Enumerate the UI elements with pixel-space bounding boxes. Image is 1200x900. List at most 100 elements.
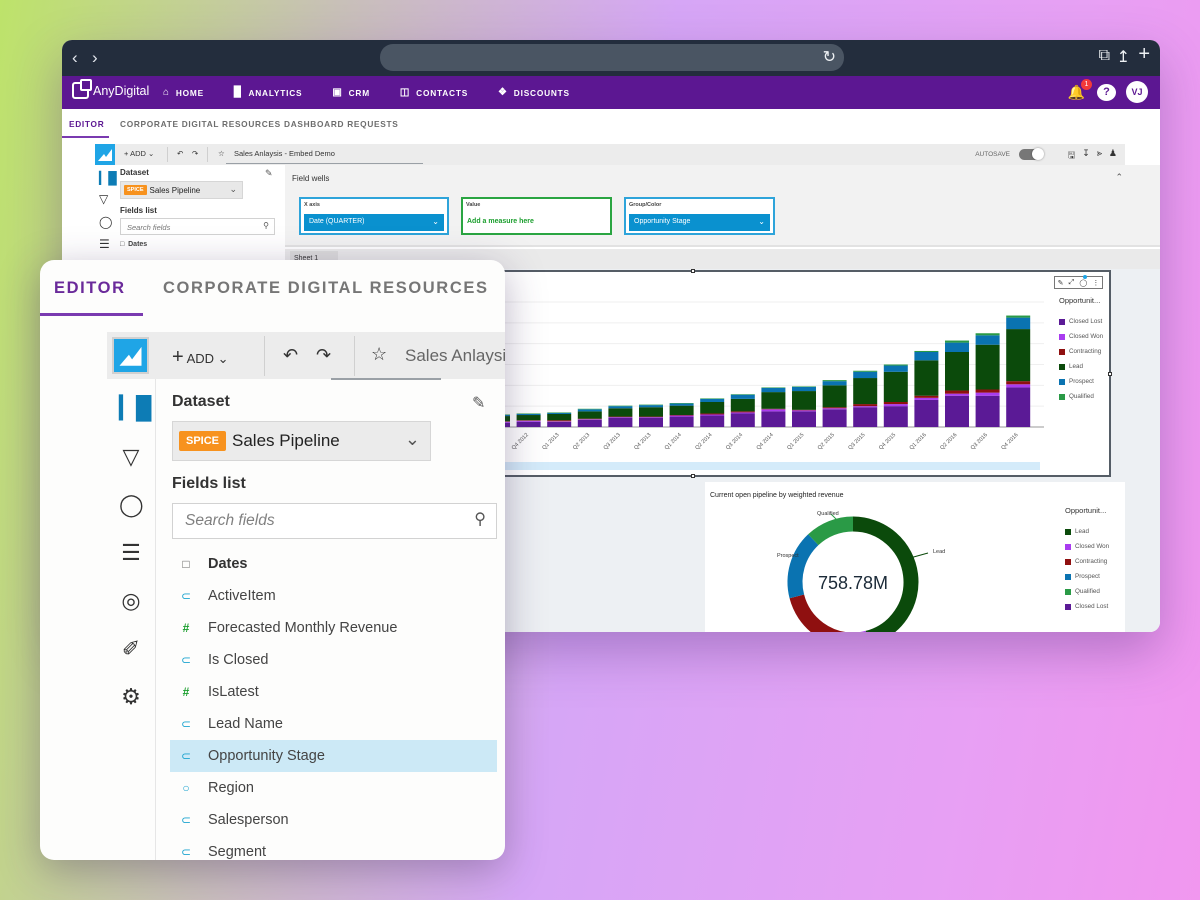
visualize-icon[interactable]: ▎█ (119, 396, 152, 420)
legend-item[interactable]: Qualified (1065, 584, 1109, 599)
field-folder-dates[interactable]: □ Dates (120, 241, 280, 248)
notifications-button[interactable]: 🔔 1 (1068, 78, 1092, 101)
bar-segment (700, 398, 725, 402)
pencil-icon[interactable]: ✎ (265, 168, 273, 179)
nav-home[interactable]: ⌂ HOME (163, 87, 204, 98)
share-icon[interactable]: ⪢ (1097, 148, 1102, 164)
legend-item[interactable]: Contracting (1065, 554, 1109, 569)
nav-analytics[interactable]: ▉ ANALYTICS (234, 87, 302, 98)
nav-discounts[interactable]: ❖ DISCOUNTS (498, 87, 570, 98)
well-group-color[interactable]: Group/Color Opportunity Stage ⌄ (624, 197, 775, 235)
user-icon[interactable]: ♟ (1109, 148, 1117, 164)
more-options-icon[interactable]: ⋮ (1092, 279, 1099, 287)
avatar[interactable]: VJ (1126, 81, 1148, 103)
new-tab-icon[interactable]: + (1138, 43, 1150, 66)
tab-dashboard-requests[interactable]: DASHBOARD REQUESTS (284, 119, 398, 129)
bar-segment (883, 364, 908, 366)
undo-icon[interactable]: ↶ (283, 345, 298, 366)
parameters-icon[interactable]: ☰ (119, 541, 143, 565)
well-value[interactable]: Value Add a measure here (461, 197, 612, 235)
chevron-down-icon: ⌄ (432, 217, 439, 226)
filter-icon[interactable]: ▽ (119, 445, 143, 469)
actions-icon[interactable]: ◎ (119, 589, 143, 613)
undo-icon[interactable]: ↶ (177, 149, 183, 158)
reload-icon[interactable]: ↻ (823, 47, 836, 67)
resize-handle[interactable] (691, 474, 695, 478)
search-fields-input[interactable]: Search fields ⚲ (120, 218, 275, 235)
edit-icon[interactable]: ✎ (1058, 279, 1064, 287)
tab-corporate-digital-resources[interactable]: CORPORATE DIGITAL RESOURCES (163, 279, 489, 298)
nav-contacts[interactable]: ◫ CONTACTS (400, 87, 468, 98)
chevron-down-icon: ⌄ (404, 429, 420, 449)
help-icon[interactable]: ? (1097, 83, 1116, 101)
x-tick-label: Q2 2013 (572, 432, 591, 451)
well-x-axis[interactable]: X axis Date (QUARTER) ⌄ (299, 197, 449, 235)
redo-icon[interactable]: ↷ (192, 149, 198, 158)
resize-handle[interactable] (1108, 372, 1112, 376)
legend-item[interactable]: Lead (1059, 359, 1103, 374)
pencil-icon[interactable]: ✎ (472, 393, 485, 413)
field-item[interactable]: ⊂ Segment (170, 836, 497, 860)
quicksight-logo-icon (95, 144, 115, 165)
field-item[interactable]: ○ Region (170, 772, 497, 804)
export-icon[interactable]: ↧ (1082, 148, 1090, 164)
settings-icon[interactable]: ⚙ (119, 685, 143, 709)
search-fields-input[interactable]: Search fields ⚲ (172, 503, 497, 539)
brush-icon[interactable]: ✐ (119, 637, 143, 661)
add-button[interactable]: + ADD ⌄ (172, 346, 229, 369)
expand-icon[interactable]: ⤢ (1069, 279, 1075, 287)
forward-arrow-icon[interactable]: › (92, 48, 98, 68)
bar-segment (577, 411, 602, 419)
search-icon: ⚲ (263, 221, 269, 230)
tab-editor[interactable]: EDITOR (69, 119, 104, 129)
back-arrow-icon[interactable]: ‹ (72, 48, 78, 68)
add-button[interactable]: + ADD ⌄ (124, 149, 154, 158)
legend-item[interactable]: Closed Lost (1059, 314, 1103, 329)
star-icon[interactable]: ☆ (218, 149, 225, 158)
measure-icon: # (182, 685, 190, 699)
save-icon[interactable]: 🖫 (1068, 148, 1076, 164)
field-item[interactable]: # IsLatest (170, 676, 497, 708)
star-icon[interactable]: ☆ (371, 344, 387, 365)
analysis-title[interactable]: Sales Anlaysis - Embed Demo (405, 346, 505, 366)
field-folder[interactable]: □ Dates (170, 548, 497, 580)
tabs-icon[interactable]: ⧉ (1099, 47, 1110, 65)
field-item[interactable]: # Forecasted Monthly Revenue (170, 612, 497, 644)
legend-item[interactable]: Closed Lost (1065, 599, 1109, 614)
redo-icon[interactable]: ↷ (316, 345, 331, 366)
group-field-chip[interactable]: Opportunity Stage ⌄ (629, 214, 770, 231)
legend-item[interactable]: Qualified (1059, 389, 1103, 404)
x-axis-field-chip[interactable]: Date (QUARTER) ⌄ (304, 214, 444, 231)
chart-scrollbar[interactable] (495, 462, 1040, 470)
dataset-select[interactable]: SPICE Sales Pipeline ⌄ (172, 421, 431, 461)
insights-icon[interactable]: ◯ (119, 493, 144, 517)
collapse-icon[interactable]: ⌃ (1115, 172, 1123, 183)
legend-item[interactable]: Prospect (1065, 569, 1109, 584)
insights-icon[interactable]: ◯ (99, 215, 112, 229)
visualize-icon[interactable]: ▎█ (99, 171, 117, 185)
field-item[interactable]: ⊂ Salesperson (170, 804, 497, 836)
legend-item[interactable]: Closed Won (1059, 329, 1103, 344)
tab-editor[interactable]: EDITOR (54, 279, 126, 298)
share-icon[interactable]: ↥ (1117, 47, 1130, 67)
url-bar[interactable]: ↻ (380, 44, 844, 71)
brand[interactable]: AnyDigital (72, 79, 149, 99)
legend-item[interactable]: Prospect (1059, 374, 1103, 389)
tab-corporate-digital-resources[interactable]: CORPORATE DIGITAL RESOURCES (120, 119, 281, 129)
field-item[interactable]: ⊂ Is Closed (170, 644, 497, 676)
legend-item[interactable]: Lead (1065, 524, 1109, 539)
donut-visual[interactable]: Current open pipeline by weighted revenu… (705, 482, 1125, 632)
field-item[interactable]: ⊂ Opportunity Stage (170, 740, 497, 772)
insight-icon[interactable]: ◯ (1079, 279, 1087, 287)
parameters-icon[interactable]: ☰ (99, 237, 110, 251)
nav-crm[interactable]: ▣ CRM (332, 87, 370, 98)
autosave-toggle[interactable] (1019, 148, 1044, 160)
legend-item[interactable]: Contracting (1059, 344, 1103, 359)
field-item[interactable]: ⊂ Lead Name (170, 708, 497, 740)
dataset-select[interactable]: SPICE Sales Pipeline ⌄ (120, 181, 243, 199)
filter-icon[interactable]: ▽ (99, 192, 108, 206)
stacked-bar-visual[interactable]: ✎ ⤢ ◯ ⋮ Q3 2012Q4 2012Q1 2013Q2 2013Q3 2… (491, 269, 1112, 478)
analysis-title[interactable]: Sales Anlaysis - Embed Demo (234, 149, 335, 158)
field-item[interactable]: ⊂ ActiveItem (170, 580, 497, 612)
legend-item[interactable]: Closed Won (1065, 539, 1109, 554)
